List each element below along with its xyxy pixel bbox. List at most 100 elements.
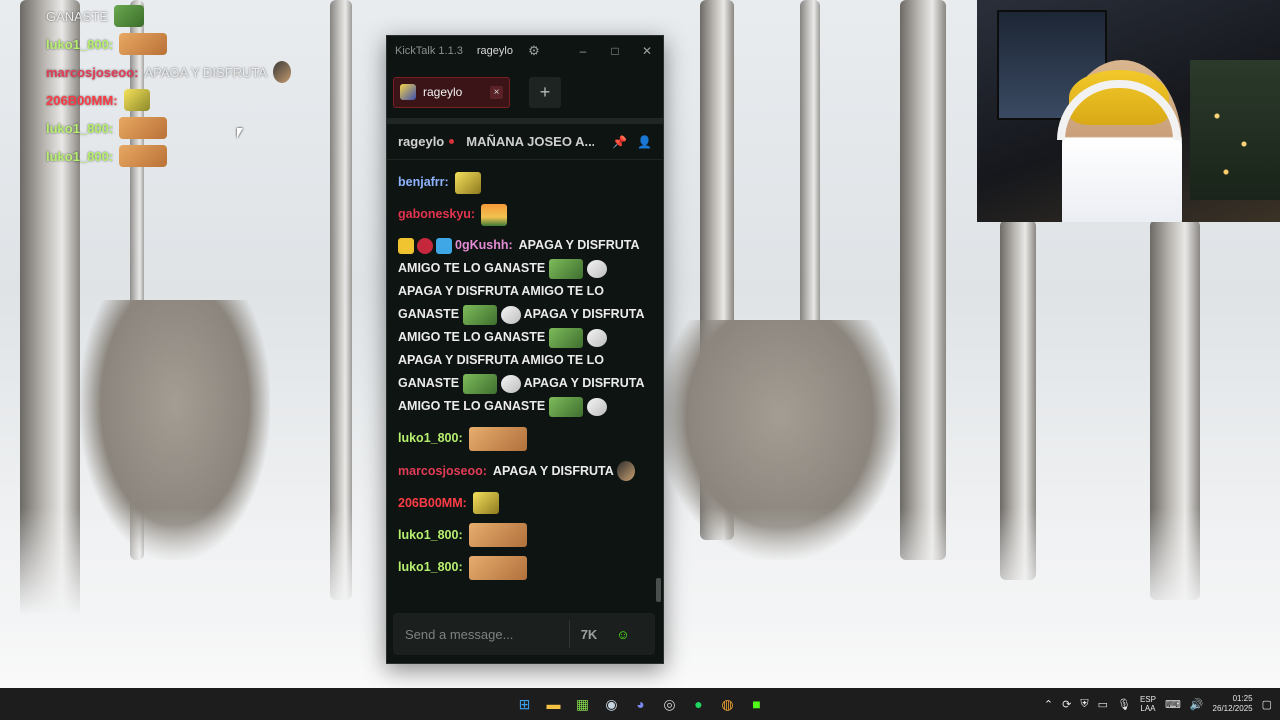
- tab-label: rageylo: [423, 85, 463, 99]
- channel-tabs: rageylo × +: [387, 66, 663, 124]
- steam-icon[interactable]: ◉: [599, 692, 624, 716]
- taskbar-apps: ⊞ ▬ ▦ ◉ ◕ ◎ ● ◍ ■: [512, 692, 769, 716]
- overlay-chat-line: GANASTE: [46, 2, 346, 30]
- overlay-username: luko1_800:: [46, 120, 114, 136]
- message-input-bar: 7K ☺: [393, 613, 655, 655]
- clock[interactable]: 01:25 26/12/2025: [1213, 694, 1253, 714]
- chevron-up-icon[interactable]: ⌃: [1044, 698, 1053, 711]
- emote-face-icon: [468, 523, 527, 548]
- tab-close-icon[interactable]: ×: [490, 85, 503, 99]
- user-badge-icon[interactable]: [398, 237, 414, 254]
- chat-message[interactable]: 0gKushh: APAGA Y DISFRUTA AMIGO TE LO GAN…: [398, 234, 647, 418]
- chat-message[interactable]: luko1_800:: [398, 555, 647, 581]
- overlay-chat-line: marcosjoseoo: APAGA Y DISFRUTA: [46, 58, 346, 86]
- chat-message[interactable]: gaboneskyu:: [398, 202, 647, 226]
- minimize-icon[interactable]: –: [567, 36, 599, 66]
- system-tray: ⌃ ⟳ ⛨ ▭ 🎙 ESP LAA ⌨ 🔊 01:25 26/12/2025 ▢: [1044, 688, 1272, 720]
- account-name[interactable]: rageylo: [477, 45, 513, 57]
- chat-message[interactable]: luko1_800:: [398, 426, 647, 451]
- emote-pepe-money-icon: [462, 304, 497, 325]
- chat-scrollbar[interactable]: [656, 578, 661, 602]
- chat-message-text: APAGA Y DISFRUTA: [492, 463, 614, 478]
- chat-username[interactable]: marcosjoseoo:: [398, 464, 487, 478]
- chat-username[interactable]: luko1_800:: [398, 431, 463, 445]
- chat-username[interactable]: luko1_800:: [398, 560, 463, 574]
- chat-username[interactable]: 206B00MM:: [398, 496, 467, 510]
- sync-icon[interactable]: ⟳: [1062, 698, 1071, 711]
- tree-trunk: [900, 0, 946, 560]
- webcam-feed: [977, 0, 1280, 222]
- kick-icon[interactable]: ■: [744, 692, 769, 716]
- chat-username[interactable]: 0gKushh:: [455, 238, 513, 252]
- language-code: ESP: [1139, 695, 1156, 704]
- chat-message[interactable]: benjafrr:: [398, 170, 647, 194]
- keyboard-layout: LAA: [1140, 704, 1156, 713]
- emote-pepe-money-icon: [462, 373, 497, 394]
- stream-info-bar: rageylo MAÑANA JOSEO A... 📌 👤: [387, 124, 663, 160]
- settings-gear-icon[interactable]: ⚙: [527, 44, 541, 58]
- windows-start-icon[interactable]: ⊞: [512, 692, 537, 716]
- network-icon[interactable]: ⌨: [1165, 698, 1181, 711]
- chrome-icon[interactable]: ◍: [715, 692, 740, 716]
- emote-bob-icon: [123, 89, 150, 111]
- chat-message[interactable]: marcosjoseoo: APAGA Y DISFRUTA: [398, 459, 647, 483]
- notification-icon[interactable]: ▢: [1262, 698, 1272, 711]
- app-title: KickTalk 1.1.3: [395, 45, 463, 57]
- emote-pepe-money-icon: [548, 396, 583, 417]
- emote-bob-icon: [472, 492, 499, 515]
- emote-hands-icon: [586, 259, 607, 278]
- emote-hands-icon: [500, 305, 521, 324]
- file-explorer-icon[interactable]: ▬: [541, 692, 566, 716]
- chat-username[interactable]: gaboneskyu:: [398, 207, 475, 221]
- live-indicator: [449, 139, 455, 144]
- user-badge-icon[interactable]: [436, 237, 452, 254]
- chat-message[interactable]: luko1_800:: [398, 523, 647, 548]
- user-icon[interactable]: 👤: [637, 135, 652, 149]
- emote-hands-icon: [586, 397, 607, 416]
- emote-face-icon: [119, 145, 168, 167]
- kick-emote-button[interactable]: 7K: [574, 619, 604, 649]
- security-icon[interactable]: ⛨: [1080, 698, 1088, 711]
- tab-rageylo[interactable]: rageylo ×: [393, 76, 510, 108]
- overlay-message-text: APAGA Y DISFRUTA: [144, 64, 268, 80]
- obs-icon[interactable]: ◎: [657, 692, 682, 716]
- overlay-username: luko1_800:: [46, 36, 114, 52]
- emote-face-icon: [468, 426, 527, 451]
- chat-username[interactable]: benjafrr:: [398, 175, 449, 189]
- add-tab-button[interactable]: +: [529, 76, 561, 108]
- discord-icon[interactable]: ◕: [628, 692, 653, 716]
- emote-hands-icon: [586, 328, 607, 347]
- chat-message[interactable]: 206B00MM:: [398, 491, 647, 515]
- emote-pepe-money-icon: [548, 327, 583, 348]
- chat-message-list[interactable]: benjafrr: gaboneskyu: 0gKushh: APAGA Y DISF…: [387, 170, 657, 606]
- cam-christmas-lights: [1190, 60, 1280, 200]
- emote-bob-icon: [454, 171, 481, 194]
- emote-hat-icon: [616, 461, 635, 482]
- maximize-icon[interactable]: □: [599, 36, 631, 66]
- emote-pepe-money-icon: [548, 258, 583, 279]
- stream-title: MAÑANA JOSEO A...: [466, 134, 595, 149]
- display-icon[interactable]: ▭: [1098, 698, 1108, 711]
- volume-icon[interactable]: 🔊: [1190, 698, 1204, 711]
- chat-username[interactable]: luko1_800:: [398, 528, 463, 542]
- close-icon[interactable]: ✕: [631, 36, 663, 66]
- emote-face-icon: [468, 556, 527, 581]
- language-indicator[interactable]: ESP LAA: [1140, 695, 1156, 713]
- streamer-name[interactable]: rageylo: [398, 134, 444, 149]
- clock-date: 26/12/2025: [1212, 704, 1253, 713]
- user-badge-icon[interactable]: [417, 237, 433, 254]
- windows-taskbar: ⊞ ▬ ▦ ◉ ◕ ◎ ● ◍ ■ ⌃ ⟳ ⛨ ▭ 🎙 ESP LAA ⌨ 🔊 …: [0, 688, 1280, 720]
- overlay-chat-line: 206B00MM:: [46, 86, 346, 114]
- spreadsheet-app-icon[interactable]: ▦: [570, 692, 595, 716]
- spotify-icon[interactable]: ●: [686, 692, 711, 716]
- message-input[interactable]: [405, 626, 565, 642]
- kicktalk-titlebar[interactable]: KickTalk 1.1.3 rageylo ⚙ – □ ✕: [387, 36, 663, 66]
- emoji-icon[interactable]: ☺: [608, 619, 638, 649]
- emote-hat-icon: [273, 61, 292, 83]
- pin-icon[interactable]: 📌: [612, 135, 627, 149]
- clock-time: 01:25: [1232, 694, 1253, 703]
- channel-avatar: [400, 84, 416, 100]
- kicktalk-window: KickTalk 1.1.3 rageylo ⚙ – □ ✕ rageylo ×…: [386, 35, 664, 664]
- microphone-icon[interactable]: 🎙: [1117, 698, 1131, 711]
- stream-chat-overlay: GANASTE luko1_800: marcosjoseoo: APAGA Y DI…: [46, 2, 346, 170]
